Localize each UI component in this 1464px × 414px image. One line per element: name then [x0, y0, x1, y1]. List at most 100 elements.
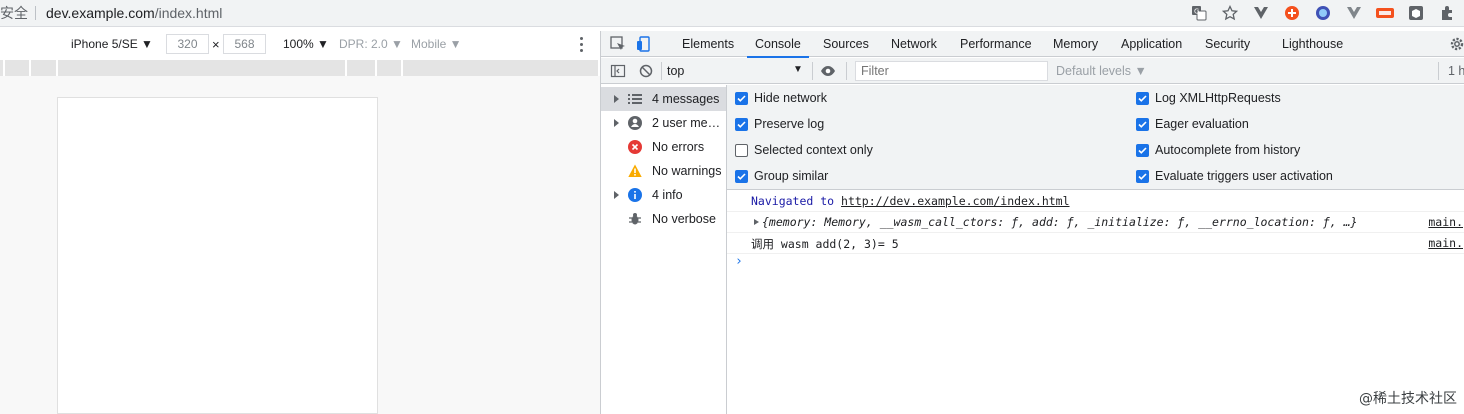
checkbox-checked-icon[interactable]	[735, 169, 748, 183]
toolbar-divider	[812, 62, 813, 80]
svg-text:G: G	[1194, 8, 1199, 16]
log-xhr-checkbox[interactable]: Log XMLHttpRequests	[1136, 89, 1281, 107]
checkbox-checked-icon[interactable]	[735, 91, 748, 105]
more-options-icon[interactable]	[577, 35, 585, 53]
checkbox-checked-icon[interactable]	[1136, 143, 1149, 157]
autocomplete-history-checkbox[interactable]: Autocomplete from history	[1136, 141, 1300, 159]
vue-devtools-2-icon[interactable]	[1345, 4, 1363, 22]
expand-arrow-icon[interactable]	[614, 119, 619, 127]
sidebar-item-messages[interactable]: 4 messages	[601, 87, 726, 111]
console-messages: Navigated to http://dev.example.com/inde…	[727, 191, 1464, 414]
console-toolbar: top ▼ Default levels ▼ 1 h	[601, 58, 1464, 84]
toolbar-divider	[1438, 62, 1439, 80]
group-similar-checkbox[interactable]: Group similar	[735, 167, 828, 185]
extension-globe-icon[interactable]	[1314, 4, 1332, 22]
inspect-element-icon[interactable]	[609, 35, 627, 53]
url-field[interactable]: dev.example.com/index.html	[46, 5, 222, 21]
console-filter-input[interactable]	[855, 61, 1048, 81]
checkbox-checked-icon[interactable]	[1136, 117, 1149, 131]
sidebar-item-info[interactable]: 4 info	[601, 183, 726, 207]
sidebar-item-user-messages[interactable]: 2 user messages	[601, 111, 726, 135]
live-expression-eye-icon[interactable]	[820, 63, 836, 79]
list-icon	[628, 92, 642, 106]
console-message-object[interactable]: {memory: Memory, __wasm_call_ctors: ƒ, a…	[727, 212, 1464, 233]
extensions-puzzle-icon[interactable]	[1438, 4, 1456, 22]
emulated-device-screen[interactable]	[57, 97, 378, 414]
expand-object-icon[interactable]	[754, 219, 759, 225]
device-select[interactable]: iPhone 5/SE ▼	[71, 37, 153, 51]
url-host: dev.example.com	[46, 5, 155, 21]
tab-security[interactable]: Security	[1205, 31, 1250, 57]
address-divider	[35, 6, 36, 20]
context-dropdown-icon[interactable]: ▼	[793, 58, 803, 82]
console-prompt-icon[interactable]: ›	[735, 254, 743, 269]
toolbar-divider	[846, 62, 847, 80]
devtools-panel: Elements Console Sources Network Perform…	[600, 31, 1464, 414]
eager-evaluation-checkbox[interactable]: Eager evaluation	[1136, 115, 1249, 133]
clear-console-icon[interactable]	[638, 63, 654, 79]
option-label: Evaluate triggers user activation	[1155, 169, 1333, 183]
bookmark-star-icon[interactable]	[1221, 4, 1239, 22]
device-type-select[interactable]: Mobile ▼	[411, 37, 462, 51]
dimension-separator: ×	[212, 37, 220, 52]
settings-gear-icon[interactable]	[1449, 36, 1464, 52]
watermark-text: @稀土技术社区	[1359, 391, 1457, 407]
sidebar-item-warnings[interactable]: No warnings	[601, 159, 726, 183]
tab-performance[interactable]: Performance	[960, 31, 1032, 57]
security-label[interactable]: 安全	[0, 3, 28, 23]
checkbox-checked-icon[interactable]	[1136, 91, 1149, 105]
vue-devtools-icon[interactable]	[1252, 4, 1270, 22]
sidebar-item-errors[interactable]: No errors	[601, 135, 726, 159]
tab-elements[interactable]: Elements	[682, 31, 734, 57]
checkbox-unchecked-icon[interactable]	[735, 143, 748, 157]
console-message-log: 调用 wasm add(2, 3)= 5 main.	[727, 233, 1464, 254]
device-width-input[interactable]: 320	[166, 34, 209, 54]
log-levels-select[interactable]: Default levels ▼	[1056, 58, 1147, 84]
hide-network-checkbox[interactable]: Hide network	[735, 89, 827, 107]
checkbox-checked-icon[interactable]	[735, 117, 748, 131]
sidebar-toggle-icon[interactable]	[610, 63, 626, 79]
sidebar-item-label: 2 user messages	[652, 116, 724, 130]
checkbox-checked-icon[interactable]	[1136, 169, 1149, 183]
extension-box-icon[interactable]	[1407, 4, 1425, 22]
bug-icon	[628, 212, 642, 226]
sidebar-item-verbose[interactable]: No verbose	[601, 207, 726, 231]
zoom-select[interactable]: 100% ▼	[283, 37, 329, 51]
tab-network[interactable]: Network	[891, 31, 937, 57]
tab-console[interactable]: Console	[747, 31, 809, 58]
address-bar: 安全 dev.example.com/index.html G	[0, 0, 1464, 27]
expand-arrow-icon[interactable]	[614, 191, 619, 199]
source-link[interactable]: main.	[1428, 215, 1463, 229]
tab-lighthouse[interactable]: Lighthouse	[1282, 31, 1343, 57]
log-text: 调用 wasm add(2, 3)= 5	[751, 237, 899, 251]
tab-application[interactable]: Application	[1121, 31, 1182, 57]
warning-icon	[628, 164, 642, 178]
extension-orange-icon[interactable]	[1283, 4, 1301, 22]
url-path: /index.html	[154, 5, 223, 21]
object-preview-text[interactable]: {memory: Memory, __wasm_call_ctors: ƒ, a…	[762, 215, 1357, 229]
dpr-select[interactable]: DPR: 2.0 ▼	[339, 37, 403, 51]
expand-arrow-icon[interactable]	[614, 95, 619, 103]
media-query-bar[interactable]	[0, 60, 600, 76]
tab-memory[interactable]: Memory	[1053, 31, 1098, 57]
extension-tag-icon[interactable]	[1376, 4, 1394, 22]
sidebar-item-label: No warnings	[652, 164, 722, 178]
preserve-log-checkbox[interactable]: Preserve log	[735, 115, 824, 133]
translate-icon[interactable]: G	[1190, 4, 1208, 22]
console-sidebar: 4 messages 2 user messages No errors No …	[601, 85, 727, 414]
option-label: Eager evaluation	[1155, 117, 1249, 131]
source-link[interactable]: main.	[1428, 236, 1463, 250]
option-label: Selected context only	[754, 143, 873, 157]
error-icon	[628, 140, 642, 154]
device-height-input[interactable]: 568	[223, 34, 266, 54]
option-label: Preserve log	[754, 117, 825, 131]
user-icon	[628, 116, 642, 130]
sidebar-item-label: No errors	[652, 140, 705, 154]
navigation-url-link[interactable]: http://dev.example.com/index.html	[841, 194, 1069, 208]
context-select[interactable]: top	[667, 59, 807, 83]
selected-context-only-checkbox[interactable]: Selected context only	[735, 141, 873, 159]
tab-sources[interactable]: Sources	[823, 31, 869, 57]
evaluate-triggers-activation-checkbox[interactable]: Evaluate triggers user activation	[1136, 167, 1333, 185]
device-toggle-icon[interactable]	[635, 35, 653, 53]
toolbar-icons: G	[1190, 4, 1456, 22]
